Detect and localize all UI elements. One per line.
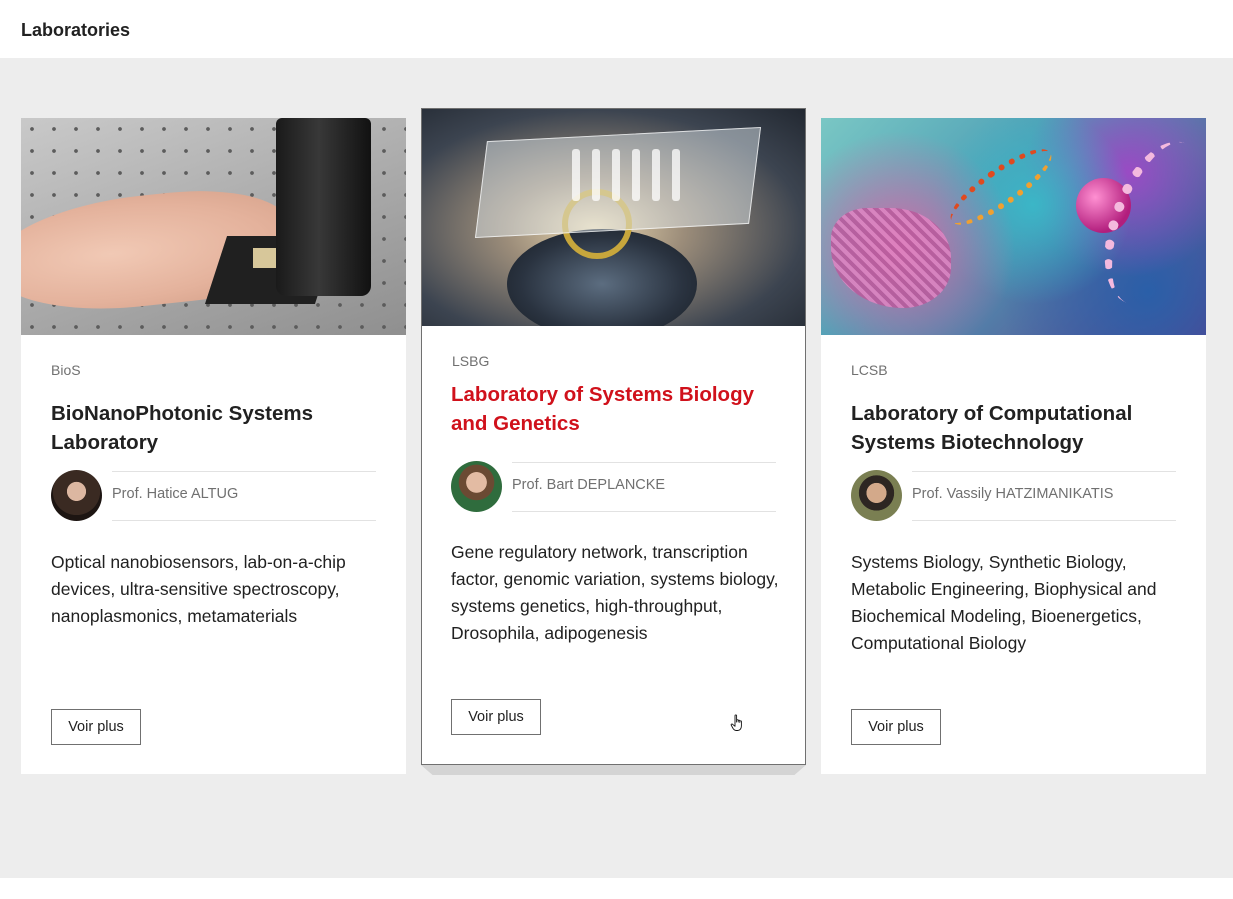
lab-image-lsbg [422, 109, 805, 326]
lab-description: Systems Biology, Synthetic Biology, Meta… [851, 552, 1157, 653]
professor-avatar [851, 470, 902, 521]
professor-name[interactable]: Prof. Bart DEPLANCKE [512, 477, 665, 493]
chip-channel-shape [632, 149, 640, 201]
page-title: Laboratories [21, 20, 131, 40]
hand-pointer-icon [730, 714, 742, 731]
voir-plus-button[interactable]: Voir plus [851, 709, 941, 745]
page-footer-strip [0, 878, 1233, 899]
protein-sheet-shape [831, 208, 951, 308]
lab-image-bios [21, 118, 406, 335]
lab-acronym: LSBG [452, 353, 490, 369]
chip-channel-shape [612, 149, 620, 201]
chip-channel-shape [572, 149, 580, 201]
lab-title[interactable]: Laboratory of Computational Systems Biot… [851, 399, 1181, 457]
professor-row[interactable]: Prof. Bart DEPLANCKE [451, 460, 776, 512]
professor-name[interactable]: Prof. Vassily HATZIMANIKATIS [912, 486, 1113, 502]
professor-row[interactable]: Prof. Vassily HATZIMANIKATIS [851, 469, 1176, 521]
chip-channel-shape [652, 149, 660, 201]
card-hover-shadow [421, 765, 806, 775]
chip-channel-shape [592, 149, 600, 201]
lab-acronym: BioS [51, 362, 81, 378]
lab-description: Optical nanobiosensors, lab-on-a-chip de… [51, 552, 346, 626]
lab-acronym: LCSB [851, 362, 888, 378]
page-header: Laboratories [0, 0, 1233, 58]
professor-row[interactable]: Prof. Hatice ALTUG [51, 469, 376, 521]
optical-device-shape [276, 118, 371, 296]
lab-card-bios[interactable]: BioS BioNanoPhotonic Systems Laboratory … [21, 118, 406, 774]
lab-card-lsbg[interactable]: LSBG Laboratory of Systems Biology and G… [421, 108, 806, 765]
voir-plus-button[interactable]: Voir plus [51, 709, 141, 745]
voir-plus-button[interactable]: Voir plus [451, 699, 541, 735]
lab-title[interactable]: BioNanoPhotonic Systems Laboratory [51, 399, 381, 457]
professor-name[interactable]: Prof. Hatice ALTUG [112, 486, 238, 502]
professor-avatar [451, 461, 502, 512]
lab-image-lcsb [821, 118, 1206, 335]
lab-title[interactable]: Laboratory of Systems Biology and Geneti… [451, 380, 781, 438]
lab-card-lcsb[interactable]: LCSB Laboratory of Computational Systems… [821, 118, 1206, 774]
lab-description: Gene regulatory network, transcription f… [451, 542, 779, 643]
dna-helix-shape [940, 137, 1062, 237]
professor-avatar [51, 470, 102, 521]
chip-channel-shape [672, 149, 680, 201]
